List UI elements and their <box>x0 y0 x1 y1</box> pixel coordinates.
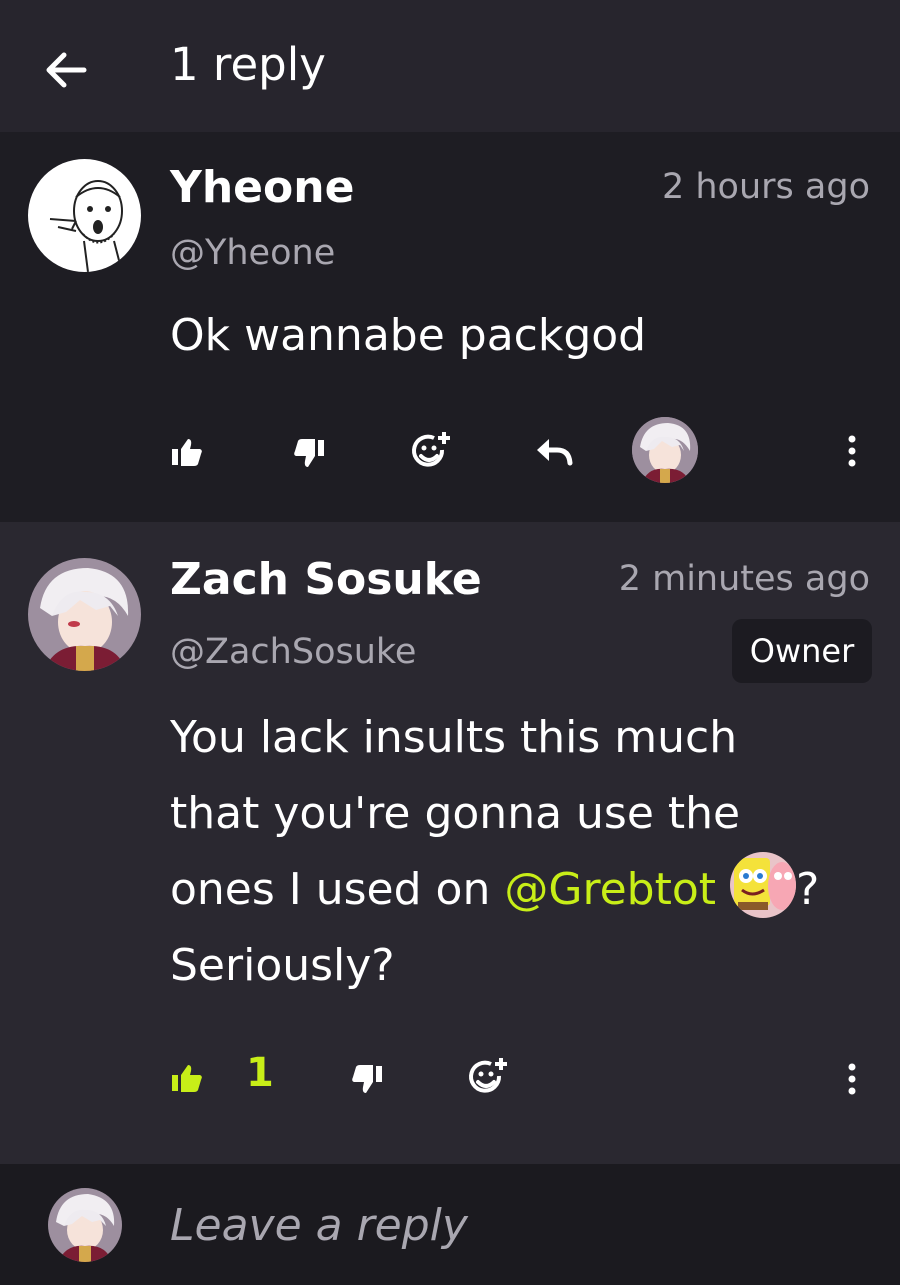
timestamp: 2 hours ago <box>661 167 870 207</box>
back-arrow-icon <box>46 52 87 88</box>
thumbs-down-icon <box>294 439 324 467</box>
thumbs-up-icon <box>172 439 202 466</box>
parent-comment: Yheone 2 hours ago @Yheone Ok wannabe pa… <box>0 132 900 624</box>
comment-line-text: ones I used on <box>170 864 505 915</box>
comment-line: ones I used on @Grebtot ? <box>170 852 870 928</box>
more-options-button[interactable] <box>844 434 860 472</box>
like-button[interactable] <box>170 1061 204 1099</box>
page-title: 1 reply <box>170 38 326 91</box>
avatar[interactable] <box>28 159 141 272</box>
like-button[interactable] <box>170 435 204 473</box>
add-reaction-icon <box>469 1058 507 1093</box>
dislike-button[interactable] <box>292 437 326 475</box>
reply-comment: Zach Sosuke 2 minutes ago @ZachSosuke Ow… <box>0 522 900 1164</box>
author-handle[interactable]: @ZachSosuke <box>170 632 416 672</box>
top-bar: 1 reply <box>0 0 900 132</box>
reply-icon <box>537 439 573 466</box>
creator-avatar[interactable] <box>632 417 698 483</box>
comment-text: You lack insults this much that you're g… <box>170 700 870 1004</box>
author-name[interactable]: Zach Sosuke <box>170 554 482 605</box>
reply-button[interactable] <box>535 435 573 473</box>
comment-text: Ok wannabe packgod <box>170 310 647 361</box>
thumbs-down-icon <box>352 1065 382 1093</box>
comment-line: You lack insults this much <box>170 712 738 763</box>
thumbs-up-icon <box>172 1065 202 1092</box>
more-options-button[interactable] <box>844 1062 860 1100</box>
add-reaction-icon <box>412 432 450 467</box>
timestamp: 2 minutes ago <box>618 559 870 599</box>
back-button[interactable] <box>36 40 96 100</box>
comment-line: that you're gonna use the <box>170 788 741 839</box>
reply-input[interactable] <box>170 1190 860 1260</box>
more-icon <box>848 1063 856 1095</box>
add-reaction-button[interactable] <box>467 1056 511 1104</box>
more-icon <box>848 435 856 467</box>
owner-badge: Owner <box>732 619 872 683</box>
comment-line-text: ? <box>796 864 820 915</box>
comment-line: Seriously? <box>170 940 395 991</box>
author-handle[interactable]: @Yheone <box>170 233 335 273</box>
current-user-avatar <box>48 1188 122 1262</box>
user-mention-link[interactable]: @Grebtot <box>504 864 716 915</box>
avatar[interactable] <box>28 558 141 671</box>
author-name[interactable]: Yheone <box>170 162 354 213</box>
add-reaction-button[interactable] <box>410 430 454 478</box>
dislike-button[interactable] <box>350 1063 384 1101</box>
grebtot-avatar-emoji <box>730 852 796 918</box>
like-count: 1 <box>246 1050 274 1096</box>
